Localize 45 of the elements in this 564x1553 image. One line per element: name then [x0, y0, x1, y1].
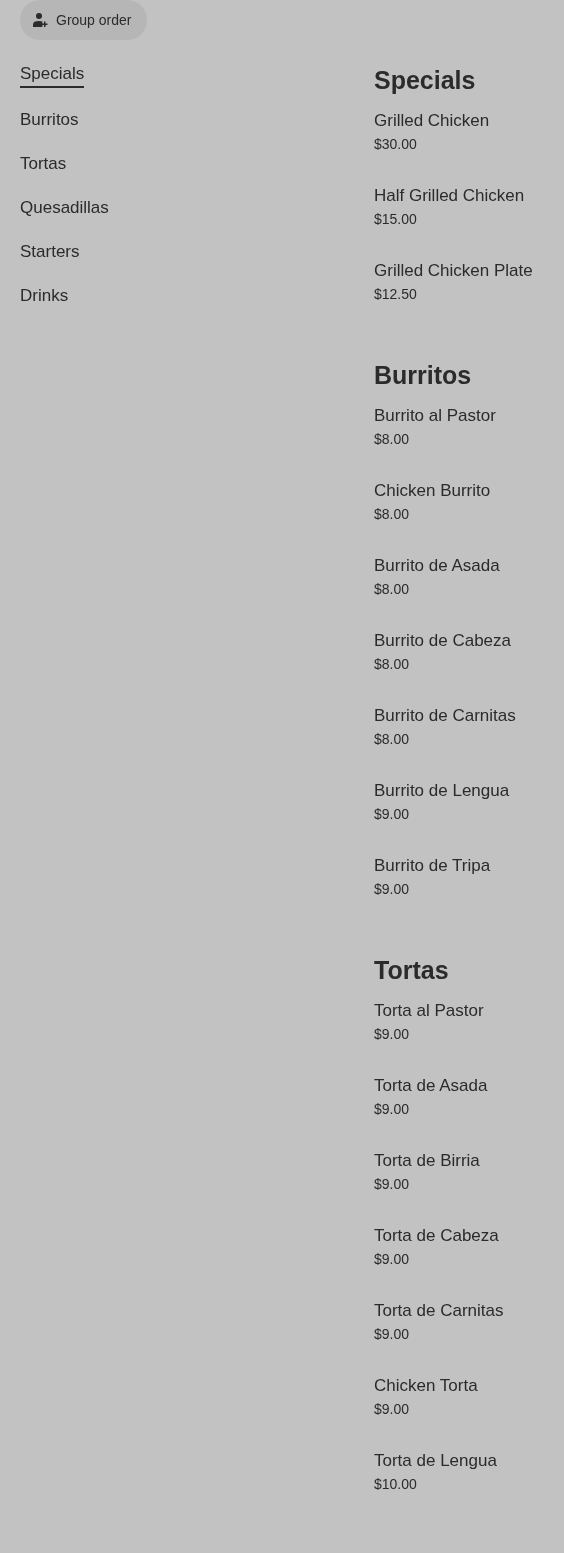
menu-item-price: $9.00 [374, 1250, 411, 1269]
menu-item-price: $8.00 [374, 730, 411, 749]
person-add-icon [32, 12, 48, 28]
menu-item-price: $9.00 [374, 1175, 411, 1194]
menu-item-price: $8.00 [374, 430, 411, 449]
menu-item-name[interactable]: Torta al Pastor [374, 999, 564, 1023]
menu-item-name[interactable]: Torta de Asada [374, 1074, 564, 1098]
menu-item-name[interactable]: Torta de Cabeza [374, 1224, 564, 1248]
menu-item-name[interactable]: Burrito de Carnitas [374, 704, 564, 728]
menu-item-name[interactable]: Burrito de Cabeza [374, 629, 564, 653]
menu-item-name[interactable]: Torta de Birria [374, 1149, 564, 1173]
section-heading: Burritos [374, 360, 473, 391]
menu-item-price: $9.00 [374, 805, 411, 824]
menu-item-price: $9.00 [374, 1100, 411, 1119]
menu-item-price: $8.00 [374, 655, 411, 674]
menu-item-price: $9.00 [374, 880, 411, 899]
menu-item-price: $9.00 [374, 1325, 411, 1344]
category-tab[interactable]: Burritos [20, 108, 79, 132]
menu-item-price: $10.00 [374, 1475, 418, 1494]
category-tab[interactable]: Drinks [20, 284, 69, 308]
section-heading: Tortas [374, 955, 450, 986]
menu-item-price: $9.00 [374, 1400, 411, 1419]
menu-item-name[interactable]: Grilled Chicken Plate [374, 259, 564, 283]
menu-item-price: $15.00 [374, 210, 418, 229]
menu-item-name[interactable]: Grilled Chicken [374, 109, 564, 133]
menu-item-name[interactable]: Burrito de Tripa [374, 854, 564, 878]
group-order-button[interactable]: Group order [20, 0, 148, 40]
category-tab[interactable]: Tortas [20, 152, 67, 176]
menu-item-price: $30.00 [374, 135, 418, 154]
menu-item-name[interactable]: Half Grilled Chicken [374, 184, 564, 208]
category-tab[interactable]: Starters [20, 240, 80, 264]
menu-item-name[interactable]: Torta de Lengua [374, 1449, 564, 1473]
category-tab[interactable]: Specials [20, 62, 85, 88]
menu-item-price: $8.00 [374, 580, 411, 599]
category-tab[interactable]: Quesadillas [20, 196, 109, 220]
menu-item-price: $12.50 [374, 285, 418, 304]
menu-item-name[interactable]: Burrito de Lengua [374, 779, 564, 803]
menu-item-name[interactable]: Burrito de Asada [374, 554, 564, 578]
menu-item-name[interactable]: Chicken Torta [374, 1374, 564, 1398]
section-heading: Specials [374, 65, 477, 96]
menu-item-name[interactable]: Torta de Carnitas [374, 1299, 564, 1323]
menu-item-name[interactable]: Burrito al Pastor [374, 404, 564, 428]
menu-item-name[interactable]: Chicken Burrito [374, 479, 564, 503]
menu-item-price: $9.00 [374, 1025, 411, 1044]
menu-item-price: $8.00 [374, 505, 411, 524]
